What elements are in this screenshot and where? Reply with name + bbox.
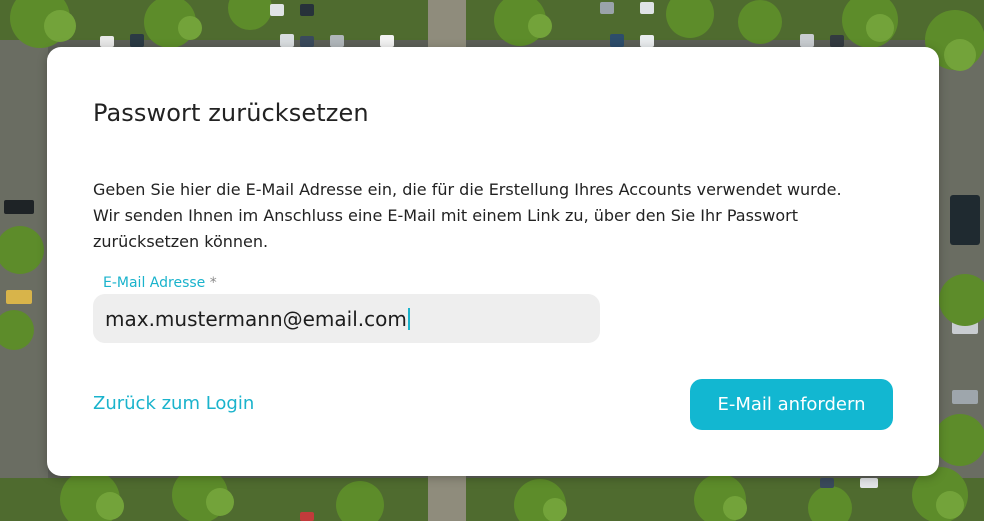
reset-password-card: Passwort zurücksetzen Geben Sie hier die…	[47, 47, 939, 476]
email-label-text: E-Mail Adresse	[103, 275, 206, 291]
instructions-text: Geben Sie hier die E-Mail Adresse ein, d…	[93, 180, 842, 251]
email-input[interactable]	[93, 294, 600, 343]
request-email-button[interactable]: E-Mail anfordern	[690, 379, 893, 430]
text-caret	[407, 308, 410, 330]
page-title: Passwort zurücksetzen	[93, 99, 369, 127]
email-field-label: E-Mail Adresse *	[103, 275, 217, 291]
required-marker: *	[209, 275, 217, 291]
back-to-login-link[interactable]: Zurück zum Login	[93, 393, 254, 414]
